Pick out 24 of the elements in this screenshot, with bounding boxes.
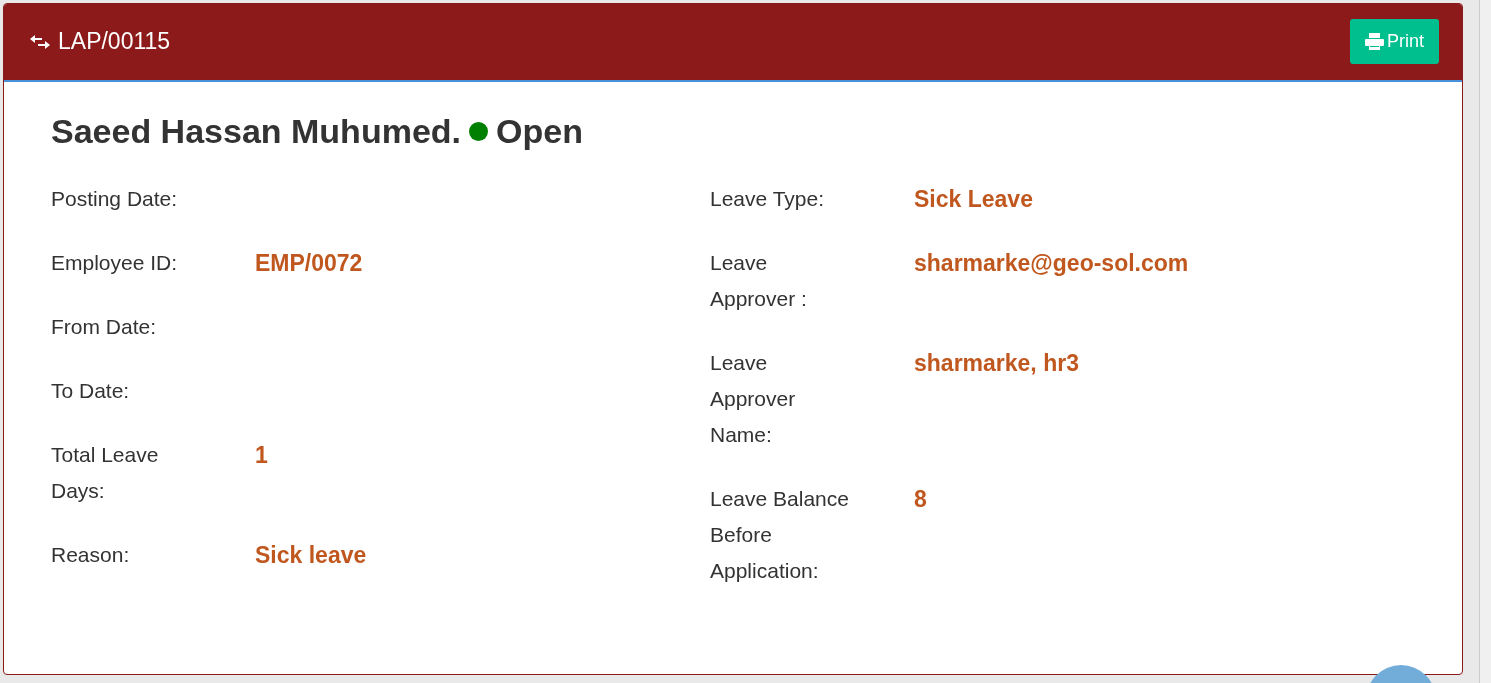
status-label: Open (496, 112, 583, 151)
field-value: Sick leave (255, 541, 368, 570)
field-label: Leave Balance Before Application: (710, 486, 850, 584)
field-label: Employee ID: (51, 250, 179, 276)
field-value: EMP/0072 (255, 249, 364, 278)
field-label: Total Leave Days: (51, 442, 160, 504)
field-value: sharmarke, hr3 (914, 349, 1080, 378)
printer-icon (1365, 33, 1384, 50)
document-title: LAP/00115 (58, 28, 171, 55)
field-label: Reason: (51, 542, 131, 568)
employee-name: Saeed Hassan Muhumed. (51, 112, 461, 151)
field-label: Leave Approver : (710, 250, 808, 312)
field-label: Posting Date: (51, 186, 179, 212)
field-value: 8 (914, 485, 928, 514)
field-label: Leave Approver Name: (710, 350, 797, 448)
field-label: Leave Type: (710, 186, 826, 212)
field-label: To Date: (51, 378, 131, 404)
scrollbar[interactable] (1479, 0, 1491, 683)
print-button[interactable]: Print (1350, 19, 1439, 64)
field-value: Sick Leave (914, 185, 1034, 214)
field-value: sharmarke@geo-sol.com (914, 249, 1190, 278)
swap-arrows-icon (30, 34, 50, 49)
field-label: From Date: (51, 314, 158, 340)
field-value: 1 (255, 441, 269, 470)
